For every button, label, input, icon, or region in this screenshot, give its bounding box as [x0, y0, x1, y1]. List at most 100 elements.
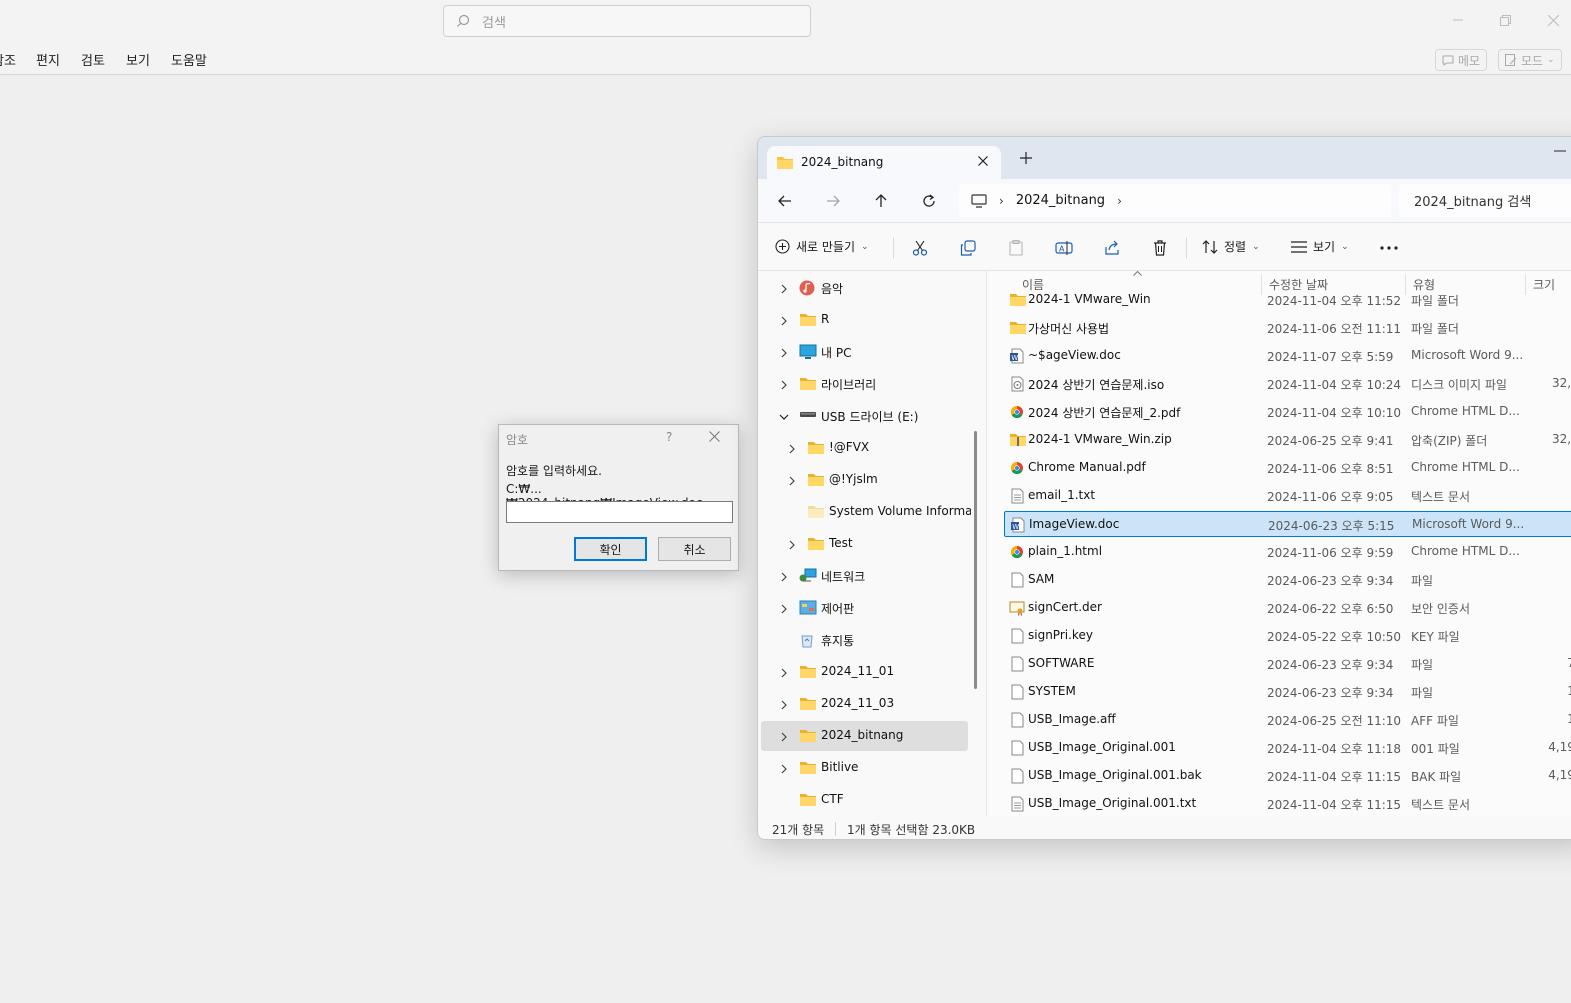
file-row[interactable]: USB_Image_Original.001 2024-11-04 오후 11:1…: [1004, 735, 1571, 761]
nav-item[interactable]: 음악: [758, 273, 968, 303]
forward-button[interactable]: [822, 191, 844, 211]
nav-item[interactable]: 라이브러리: [758, 369, 968, 399]
nav-item[interactable]: System Volume Information: [758, 497, 971, 527]
share-button[interactable]: [1101, 238, 1123, 258]
nav-item[interactable]: 제어판: [758, 593, 968, 623]
nav-item[interactable]: 2024_bitnang: [761, 721, 968, 751]
file-row[interactable]: email_1.txt 2024-11-06 오후 9:05 텍스트 문서: [1004, 483, 1571, 509]
svg-text:W: W: [1011, 354, 1018, 362]
nav-item[interactable]: USB 드라이브 (E:): [758, 401, 968, 431]
cut-button[interactable]: [909, 238, 931, 258]
tab-2024-bitnang[interactable]: 2024_bitnang: [767, 146, 1001, 180]
chevron-right-icon[interactable]: [787, 475, 797, 486]
close-button[interactable]: [1541, 10, 1565, 30]
file-row[interactable]: signPri.key 2024-05-22 오후 10:50 KEY 파일: [1004, 623, 1571, 649]
menu-mailings[interactable]: 편지: [36, 50, 60, 69]
maximize-button[interactable]: [1493, 10, 1517, 30]
delete-button[interactable]: [1149, 238, 1171, 258]
file-row[interactable]: SOFTWARE 2024-06-23 오후 9:34 파일 71,6: [1004, 651, 1571, 677]
mode-button[interactable]: 모드 ⌄: [1498, 49, 1562, 71]
chevron-right-icon[interactable]: [779, 667, 789, 678]
nav-item[interactable]: R: [758, 305, 968, 335]
file-row[interactable]: 가상머신 사용법 2024-11-06 오전 11:11 파일 폴더: [1004, 315, 1571, 341]
nav-item-label: USB 드라이브 (E:): [821, 410, 919, 424]
nav-item[interactable]: 네트워크: [758, 561, 968, 591]
file-row[interactable]: 2024-1 VMware_Win.zip 2024-06-25 오후 9:41 압…: [1004, 427, 1571, 453]
rename-button[interactable]: A: [1053, 238, 1075, 258]
nav-item[interactable]: Bitlive: [758, 753, 968, 783]
dialog-close-button[interactable]: [709, 431, 720, 445]
chevron-right-icon[interactable]: [779, 763, 789, 774]
paste-button[interactable]: [1005, 238, 1027, 258]
chevron-down-icon[interactable]: [779, 411, 789, 421]
nav-item[interactable]: CTF: [758, 785, 968, 815]
file-row[interactable]: Chrome Manual.pdf 2024-11-06 오후 8:51 Chrom…: [1004, 455, 1571, 481]
file-row[interactable]: SYSTEM 2024-06-23 오후 9:34 파일 11,7: [1004, 679, 1571, 705]
menu-references[interactable]: 참조: [0, 50, 16, 69]
chevron-right-icon[interactable]: [779, 379, 789, 390]
view-button[interactable]: 보기 ⌄: [1291, 238, 1349, 255]
nav-item[interactable]: 2024_11_01: [758, 657, 968, 687]
password-input[interactable]: [506, 501, 733, 523]
chrome-icon: [1009, 404, 1025, 420]
nav-item[interactable]: 2024_11_03: [758, 689, 968, 719]
minimize-button[interactable]: [1446, 10, 1470, 30]
explorer-search-box[interactable]: 2024_bitnang 검색: [1399, 184, 1571, 217]
chevron-right-icon[interactable]: [779, 571, 789, 582]
address-box[interactable]: › 2024_bitnang ›: [959, 184, 1391, 217]
menu-review[interactable]: 검토: [81, 50, 105, 69]
ok-button[interactable]: 확인: [574, 537, 647, 561]
file-row[interactable]: 2024 상반기 연습문제.iso 2024-11-04 오후 10:24 디스크 …: [1004, 371, 1571, 397]
navigation-pane: 음악 R 내 PC 라이브러리 USB 드라이브 (E:) !@FVX @!Yjslm Sys…: [758, 271, 986, 816]
more-options-button[interactable]: [1378, 238, 1400, 258]
nav-item[interactable]: 내 PC: [758, 337, 968, 367]
file-date: 2024-06-25 오후 9:41: [1267, 434, 1394, 448]
chevron-right-icon[interactable]: [779, 603, 789, 614]
refresh-button[interactable]: [918, 191, 940, 211]
breadcrumb-current[interactable]: 2024_bitnang: [1016, 193, 1105, 208]
file-row[interactable]: 2024 상반기 연습문제_2.pdf 2024-11-04 오후 10:10 Ch…: [1004, 399, 1571, 425]
menu-help[interactable]: 도움말: [171, 50, 207, 69]
file-row[interactable]: signCert.der 2024-06-22 오후 6:50 보안 인증서: [1004, 595, 1571, 621]
close-icon[interactable]: [977, 155, 989, 167]
file-row[interactable]: SAM 2024-06-23 오후 9:34 파일: [1004, 567, 1571, 593]
copy-button[interactable]: [957, 238, 979, 258]
file-type: 텍스트 문서: [1411, 490, 1471, 504]
back-button[interactable]: [774, 191, 796, 211]
sort-button[interactable]: 정렬 ⌄: [1202, 238, 1260, 255]
new-tab-plus-icon[interactable]: [1020, 152, 1032, 164]
nav-item[interactable]: @!Yjslm: [758, 465, 968, 495]
chevron-right-icon[interactable]: [779, 347, 789, 358]
chevron-right-icon[interactable]: [787, 443, 797, 454]
chevron-right-icon[interactable]: [779, 283, 789, 294]
nav-item[interactable]: Test: [758, 529, 968, 559]
file-row[interactable]: USB_Image_Original.001.bak 2024-11-04 오후 …: [1004, 763, 1571, 789]
folder-light-icon: [807, 504, 825, 520]
file-row[interactable]: W ~$ageView.doc 2024-11-07 오후 5:59 Microsof…: [1004, 343, 1571, 369]
dialog-help-button[interactable]: ?: [666, 430, 672, 444]
word-doc-icon: W: [1009, 348, 1025, 364]
chevron-right-icon[interactable]: [779, 699, 789, 710]
file-row[interactable]: USB_Image.aff 2024-06-25 오전 11:10 AFF 파일 13…: [1004, 707, 1571, 733]
word-search-box[interactable]: 검색: [443, 5, 811, 37]
file-row[interactable]: 2024-1 VMware_Win 2024-11-04 오후 11:52 파일 폴…: [1004, 287, 1571, 313]
chevron-right-icon[interactable]: [779, 731, 789, 742]
minimize-icon[interactable]: [1554, 150, 1566, 152]
file-row[interactable]: W ImageView.doc 2024-06-23 오후 5:15 Microsof…: [1004, 511, 1571, 537]
file-row[interactable]: plain_1.html 2024-11-06 오후 9:59 Chrome HTM…: [1004, 539, 1571, 565]
up-button[interactable]: [870, 191, 892, 211]
memo-button[interactable]: 메모: [1435, 49, 1488, 71]
chevron-right-icon[interactable]: [779, 315, 789, 326]
cancel-button[interactable]: 취소: [658, 537, 731, 561]
file-row[interactable]: USB_Image_Original.001.txt 2024-11-04 오후 …: [1004, 791, 1571, 817]
chevron-right-icon[interactable]: [787, 539, 797, 550]
menu-view[interactable]: 보기: [126, 50, 150, 69]
nav-scrollbar[interactable]: [974, 431, 977, 689]
chevron-down-icon: ⌄: [1341, 241, 1349, 252]
nav-item-label: 네트워크: [821, 570, 866, 584]
disc-image-icon: [1009, 376, 1025, 392]
nav-item[interactable]: 휴지통: [758, 625, 968, 655]
nav-item[interactable]: !@FVX: [758, 433, 968, 463]
close-icon: [1547, 14, 1559, 26]
new-button[interactable]: 새로 만들기 ⌄: [775, 238, 869, 255]
